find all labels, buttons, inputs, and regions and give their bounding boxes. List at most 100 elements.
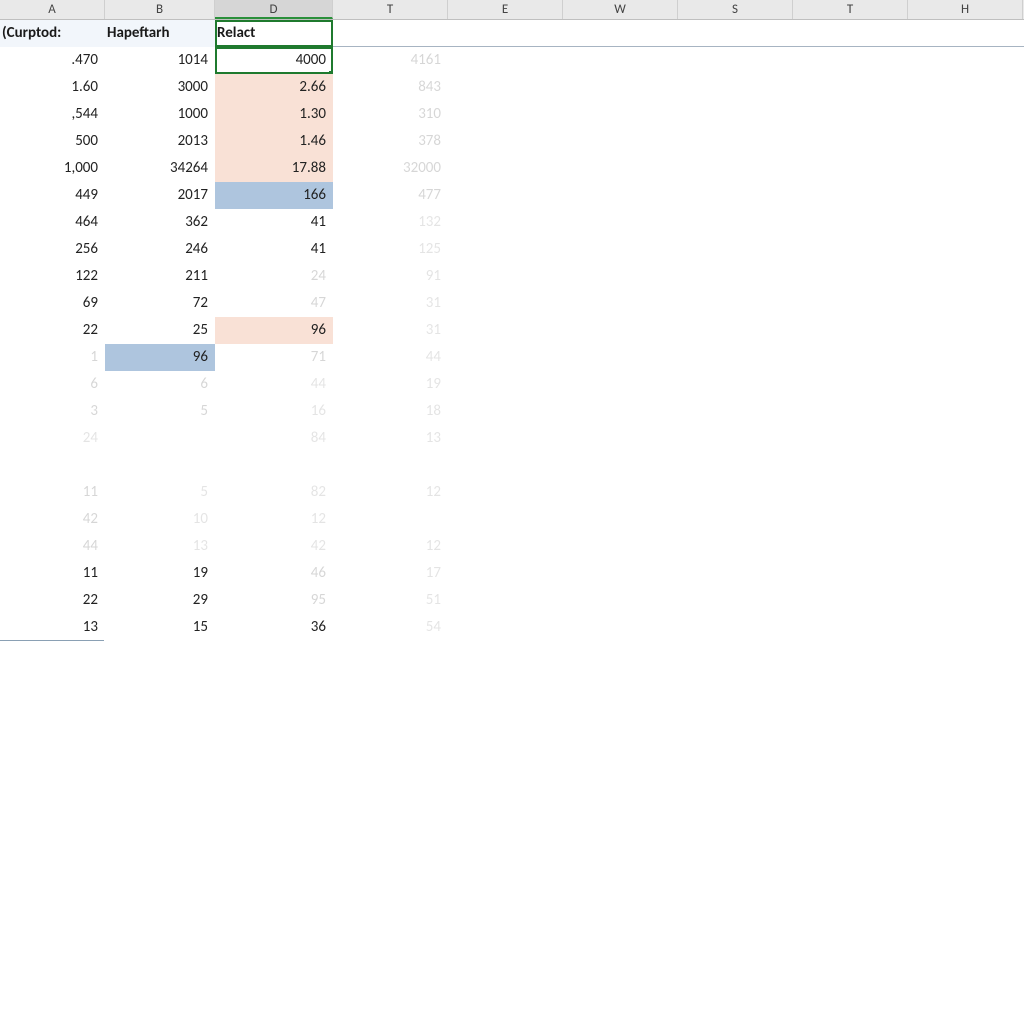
- cell[interactable]: 46: [215, 560, 333, 587]
- column-header-t[interactable]: T: [793, 0, 908, 19]
- cell[interactable]: 18: [333, 398, 448, 425]
- cell[interactable]: [908, 587, 1023, 614]
- cell[interactable]: [448, 344, 563, 371]
- cell[interactable]: 12: [215, 506, 333, 533]
- cell[interactable]: 24: [215, 263, 333, 290]
- cell[interactable]: [448, 479, 563, 506]
- cell[interactable]: 5: [105, 479, 215, 506]
- cell[interactable]: [793, 182, 908, 209]
- cell[interactable]: [793, 47, 908, 74]
- cell[interactable]: 4000: [215, 47, 333, 74]
- cell[interactable]: [908, 182, 1023, 209]
- cell[interactable]: 211: [105, 263, 215, 290]
- cell[interactable]: [793, 155, 908, 182]
- cell[interactable]: [563, 182, 678, 209]
- cell[interactable]: [215, 452, 333, 479]
- cell[interactable]: 54: [333, 614, 448, 641]
- cell[interactable]: 72: [105, 290, 215, 317]
- cell[interactable]: 125: [333, 236, 448, 263]
- cell[interactable]: [563, 128, 678, 155]
- column-header-t[interactable]: T: [333, 0, 448, 19]
- cell[interactable]: [678, 425, 793, 452]
- cell[interactable]: 51: [333, 587, 448, 614]
- cell[interactable]: [563, 560, 678, 587]
- cell[interactable]: 5: [105, 398, 215, 425]
- cell[interactable]: 843: [333, 74, 448, 101]
- cell[interactable]: 1014: [105, 47, 215, 74]
- header-cell[interactable]: Hapeftarh: [105, 20, 215, 47]
- cell[interactable]: 71: [215, 344, 333, 371]
- cell[interactable]: 44: [0, 533, 105, 560]
- cell[interactable]: 10: [105, 506, 215, 533]
- cell[interactable]: [678, 263, 793, 290]
- cell[interactable]: [105, 452, 215, 479]
- cell[interactable]: 31: [333, 317, 448, 344]
- cell[interactable]: [448, 317, 563, 344]
- cell[interactable]: 29: [105, 587, 215, 614]
- cell[interactable]: [908, 236, 1023, 263]
- cell[interactable]: [678, 614, 793, 641]
- cell[interactable]: [793, 263, 908, 290]
- cell[interactable]: [563, 74, 678, 101]
- cell[interactable]: [793, 452, 908, 479]
- header-cell[interactable]: Relact: [215, 20, 333, 47]
- cell[interactable]: 477: [333, 182, 448, 209]
- cell[interactable]: [448, 182, 563, 209]
- grid-body[interactable]: (Curptod:HapeftarhRelact.470101440004161…: [0, 20, 1024, 641]
- cell[interactable]: [678, 101, 793, 128]
- cell[interactable]: 3000: [105, 74, 215, 101]
- cell[interactable]: [563, 614, 678, 641]
- header-cell[interactable]: [448, 20, 563, 47]
- cell[interactable]: [793, 317, 908, 344]
- cell[interactable]: 95: [215, 587, 333, 614]
- cell[interactable]: [678, 533, 793, 560]
- cell[interactable]: [448, 560, 563, 587]
- cell[interactable]: 16: [215, 398, 333, 425]
- cell[interactable]: [448, 533, 563, 560]
- cell[interactable]: 500: [0, 128, 105, 155]
- cell[interactable]: 22: [0, 317, 105, 344]
- cell[interactable]: [448, 371, 563, 398]
- cell[interactable]: [908, 155, 1023, 182]
- cell[interactable]: [448, 452, 563, 479]
- header-cell[interactable]: [678, 20, 793, 47]
- cell[interactable]: [448, 236, 563, 263]
- cell[interactable]: [333, 452, 448, 479]
- cell[interactable]: [908, 290, 1023, 317]
- cell[interactable]: [908, 533, 1023, 560]
- cell[interactable]: [793, 587, 908, 614]
- cell[interactable]: [678, 47, 793, 74]
- cell[interactable]: [793, 290, 908, 317]
- cell[interactable]: [908, 128, 1023, 155]
- cell[interactable]: 2.66: [215, 74, 333, 101]
- cell[interactable]: [563, 47, 678, 74]
- cell[interactable]: 44: [215, 371, 333, 398]
- cell[interactable]: 11: [0, 560, 105, 587]
- cell[interactable]: [448, 128, 563, 155]
- cell[interactable]: 91: [333, 263, 448, 290]
- header-cell[interactable]: [333, 20, 448, 47]
- cell[interactable]: 3: [0, 398, 105, 425]
- cell[interactable]: 2013: [105, 128, 215, 155]
- cell[interactable]: 12: [333, 479, 448, 506]
- cell[interactable]: [793, 344, 908, 371]
- cell[interactable]: [793, 236, 908, 263]
- cell[interactable]: 13: [105, 533, 215, 560]
- cell[interactable]: [678, 560, 793, 587]
- cell[interactable]: [678, 209, 793, 236]
- cell[interactable]: [563, 371, 678, 398]
- cell[interactable]: [678, 317, 793, 344]
- cell[interactable]: [908, 479, 1023, 506]
- cell[interactable]: 2017: [105, 182, 215, 209]
- cell[interactable]: [678, 74, 793, 101]
- cell[interactable]: [678, 398, 793, 425]
- cell[interactable]: [908, 344, 1023, 371]
- cell[interactable]: [563, 101, 678, 128]
- column-header-h[interactable]: H: [908, 0, 1023, 19]
- cell[interactable]: [105, 425, 215, 452]
- cell[interactable]: 42: [0, 506, 105, 533]
- cell[interactable]: 41: [215, 236, 333, 263]
- cell[interactable]: [793, 74, 908, 101]
- cell[interactable]: 6: [105, 371, 215, 398]
- cell[interactable]: [908, 371, 1023, 398]
